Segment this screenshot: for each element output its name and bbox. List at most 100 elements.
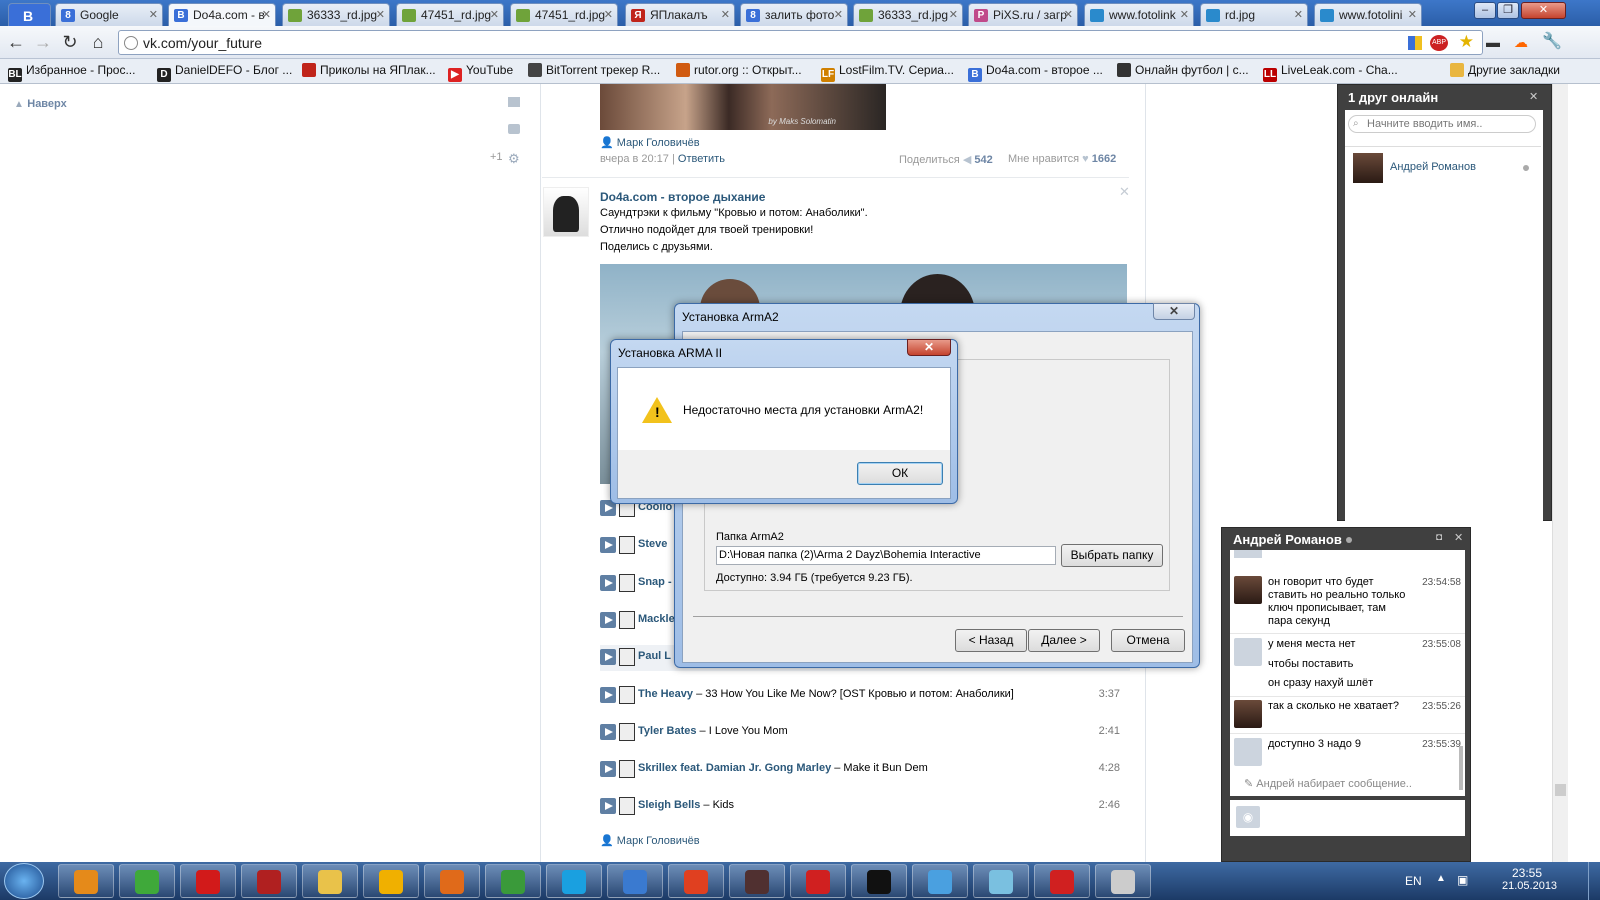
tab-close-icon[interactable]: ✕ (949, 8, 958, 21)
friend-search-input[interactable]: Начните вводить имя.. (1348, 115, 1536, 133)
browser-tab[interactable]: www.fotolink ✕ (1084, 3, 1194, 26)
tray-arrow-icon[interactable]: ▲ (1436, 873, 1446, 884)
browser-tab[interactable]: Я ЯПлакалъ ✕ (625, 3, 735, 26)
wrench-icon[interactable]: 🔧 (1541, 32, 1563, 54)
clock[interactable]: 23:55 21.05.2013 (1502, 866, 1557, 892)
bookmark-item[interactable]: Онлайн футбол | с... (1117, 63, 1249, 77)
bookmark-item[interactable]: D DanielDEFO - Блог ... (157, 63, 292, 82)
tab-close-icon[interactable]: ✕ (490, 8, 499, 21)
bookmark-item[interactable]: B Do4a.com - второе ... (968, 63, 1103, 82)
chat-input[interactable]: ◉ (1230, 800, 1465, 836)
alert-close-button[interactable]: ✕ (907, 339, 951, 356)
page-scrollbar[interactable] (1552, 84, 1568, 862)
soundcloud-icon[interactable]: ☁ (1510, 32, 1532, 54)
tab-close-icon[interactable]: ✕ (1294, 8, 1303, 21)
folder-path-input[interactable]: D:\Новая папка (2)\Arma 2 Dayz\Bohemia I… (716, 546, 1056, 565)
star-bookmark-icon[interactable]: ★ (1459, 32, 1474, 52)
group-avatar[interactable] (543, 187, 589, 237)
back-button[interactable]: < Назад (955, 629, 1027, 652)
close-window-button[interactable]: ✕ (1521, 2, 1566, 19)
bottom-author[interactable]: 👤 Марк Головичёв (600, 834, 700, 847)
track-artist[interactable]: Paul L (638, 650, 671, 662)
track-artist[interactable]: Snap - (638, 576, 672, 588)
minimize-button[interactable]: – (1474, 2, 1496, 19)
taskbar-chrome-button[interactable] (485, 864, 541, 898)
post-image-bodybuilders[interactable]: by Maks Solomatin (600, 84, 886, 130)
taskbar-opera-button[interactable] (180, 864, 236, 898)
adblock-icon[interactable]: ABP (1430, 35, 1448, 51)
taskbar-firefox-button[interactable] (424, 864, 480, 898)
play-icon[interactable] (600, 537, 616, 554)
like-button[interactable]: Мне нравится ♥ 1662 (1008, 153, 1116, 165)
bookmark-item[interactable]: Приколы на ЯПлак... (302, 63, 436, 77)
browser-tab[interactable]: P PiXS.ru / загр ✕ (968, 3, 1078, 26)
browser-tab[interactable]: 47451_rd.jpg ✕ (510, 3, 618, 26)
gear-icon[interactable]: ⚙ (508, 151, 520, 167)
browser-tab[interactable]: 36333_rd.jpg ✕ (853, 3, 963, 26)
audio-track[interactable]: Skrillex feat. Damian Jr. Gong Marley – … (600, 757, 1130, 783)
taskbar-skype-button[interactable] (546, 864, 602, 898)
taskbar-paint-button[interactable] (912, 864, 968, 898)
bookmark-item[interactable]: ▶ YouTube (448, 63, 513, 82)
show-desktop-button[interactable] (1588, 862, 1600, 900)
track-artist[interactable]: Tyler Bates (638, 725, 697, 737)
browser-tab[interactable]: 47451_rd.jpg ✕ (396, 3, 504, 26)
taskbar-star-button[interactable] (790, 864, 846, 898)
play-icon[interactable] (600, 723, 616, 740)
taskbar-app-button[interactable] (241, 864, 297, 898)
scrollbar-thumb[interactable] (1555, 784, 1566, 796)
taskbar-star-app-button[interactable] (1034, 864, 1090, 898)
tab-close-icon[interactable]: ✕ (376, 8, 385, 21)
reply-link[interactable]: Ответить (678, 153, 725, 165)
chat-title[interactable]: Андрей Романов (1233, 532, 1342, 547)
maximize-button[interactable]: ❐ (1497, 2, 1519, 19)
track-artist[interactable]: Steve (638, 538, 667, 550)
start-button[interactable] (4, 863, 44, 899)
tab-close-icon[interactable]: ✕ (1064, 8, 1073, 21)
address-bar[interactable]: vk.com/your_future ABP ★ (118, 30, 1483, 55)
back-to-top-link[interactable]: ▲ Наверх (14, 96, 67, 110)
taskbar-game-button[interactable] (729, 864, 785, 898)
detach-icon[interactable]: ◘ (1436, 532, 1442, 543)
taskbar-windows-button[interactable] (1095, 864, 1151, 898)
browse-folder-button[interactable]: Выбрать папку (1061, 544, 1163, 567)
home-icon[interactable]: ⌂ (87, 32, 109, 54)
tab-close-icon[interactable]: ✕ (604, 8, 613, 21)
taskbar-terminal-button[interactable] (851, 864, 907, 898)
forward-arrow-icon[interactable]: → (32, 32, 54, 54)
post-author[interactable]: 👤 Марк Головичёв (600, 136, 700, 149)
taskbar-aimp-button[interactable] (363, 864, 419, 898)
installer-close-button[interactable]: ✕ (1153, 303, 1195, 320)
taskbar-ruler-button[interactable] (973, 864, 1029, 898)
browser-tab[interactable]: 8 залить фото ✕ (740, 3, 848, 26)
tab-close-icon[interactable]: ✕ (834, 8, 843, 21)
back-arrow-icon[interactable]: ← (5, 32, 27, 54)
track-artist[interactable]: The Heavy (638, 688, 693, 700)
friend-name[interactable]: Андрей Романов (1390, 161, 1476, 173)
browser-tab[interactable]: 8 Google ✕ (55, 3, 163, 26)
close-friends-icon[interactable]: ✕ (1529, 90, 1538, 103)
network-icon[interactable]: ▣ (1457, 873, 1468, 887)
extension-icon[interactable]: ▬ (1482, 32, 1504, 54)
browser-tab[interactable]: rd.jpg ✕ (1200, 3, 1308, 26)
taskbar-flash-button[interactable] (668, 864, 724, 898)
play-icon[interactable] (600, 574, 616, 591)
language-indicator[interactable]: EN (1405, 874, 1422, 888)
camera-icon[interactable]: ◉ (1236, 806, 1260, 828)
friend-avatar[interactable] (1234, 576, 1262, 604)
cancel-button[interactable]: Отмена (1111, 629, 1185, 652)
next-button[interactable]: Далее > (1028, 629, 1100, 652)
taskbar-media-player-button[interactable] (58, 864, 114, 898)
camera-icon[interactable] (1234, 738, 1262, 766)
reload-icon[interactable]: ↻ (59, 32, 81, 54)
bookmark-item[interactable]: LL LiveLeak.com - Cha... (1263, 63, 1398, 82)
browser-tab[interactable]: B Do4a.com - в ✕ (168, 3, 276, 26)
friend-avatar[interactable] (1353, 153, 1383, 183)
browser-tab[interactable]: www.fotolini ✕ (1314, 3, 1422, 26)
close-chat-icon[interactable]: ✕ (1454, 531, 1463, 544)
close-post-icon[interactable]: ✕ (1119, 184, 1130, 200)
friend-avatar[interactable] (1234, 700, 1262, 728)
browser-tab[interactable]: 36333_rd.jpg ✕ (282, 3, 390, 26)
audio-track[interactable]: Tyler Bates – I Love You Mom 2:41 (600, 720, 1130, 746)
play-icon[interactable] (600, 686, 616, 703)
